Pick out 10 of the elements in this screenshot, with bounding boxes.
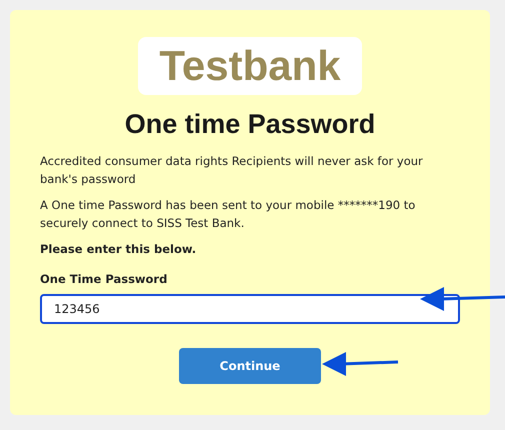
arrow-icon <box>420 287 505 311</box>
info-text: A One time Password has been sent to your mobile *******190 to securely connect to SISS Test Bank. <box>40 197 416 232</box>
arrow-icon <box>322 352 398 376</box>
continue-button[interactable]: Continue <box>179 348 321 384</box>
password-field[interactable]: 123456 <box>40 294 460 324</box>
instruction-text: Please enter this below. <box>40 242 198 256</box>
info-text: Accredited consumer data rights Recipients will never ask for your bank's password <box>40 153 424 188</box>
field-label: One Time Password <box>40 272 168 286</box>
logo: Testbank <box>138 37 362 95</box>
page-title: One time Password <box>124 109 376 140</box>
